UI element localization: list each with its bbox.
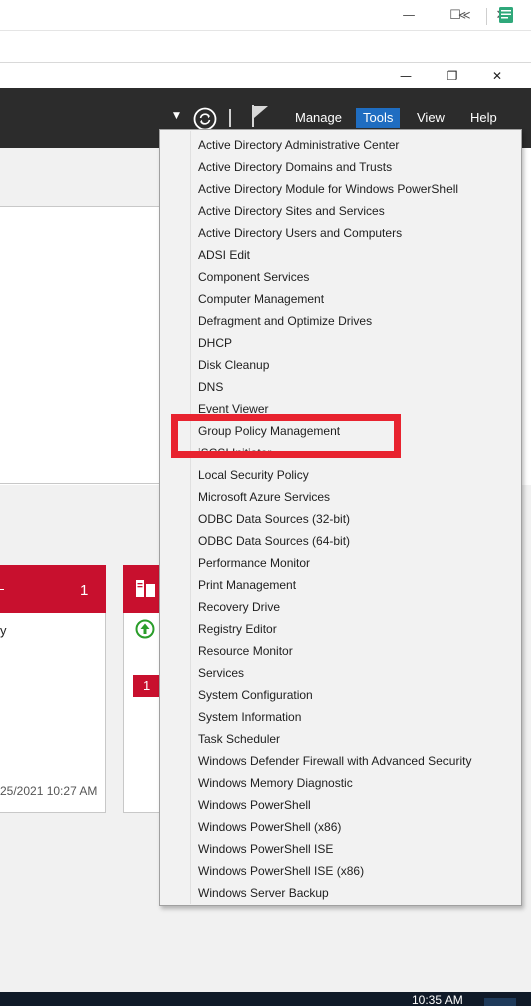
role-tile-text: y (0, 623, 7, 638)
toolbar-divider (486, 8, 487, 25)
menu-help[interactable]: Help (463, 108, 504, 128)
taskbar-notification-area[interactable] (484, 998, 516, 1006)
inner-restore-button[interactable]: ❐ (432, 63, 472, 88)
menu-item-defragment-and-optimize-drives[interactable]: Defragment and Optimize Drives (198, 310, 372, 332)
menu-item-odbc-data-sources-64-bit[interactable]: ODBC Data Sources (64-bit) (198, 530, 350, 552)
menu-item-dhcp[interactable]: DHCP (198, 332, 232, 354)
menu-item-windows-memory-diagnostic[interactable]: Windows Memory Diagnostic (198, 772, 353, 794)
menu-item-dns[interactable]: DNS (198, 376, 223, 398)
menu-item-component-services[interactable]: Component Services (198, 266, 309, 288)
menu-item-services[interactable]: Services (198, 662, 244, 684)
inner-minimize-button[interactable]: — (386, 63, 426, 88)
menu-view[interactable]: View (410, 108, 452, 128)
menu-item-system-configuration[interactable]: System Configuration (198, 684, 313, 706)
menu-item-windows-server-backup[interactable]: Windows Server Backup (198, 882, 329, 904)
note-icon[interactable] (498, 6, 514, 24)
menu-item-windows-powershell-ise[interactable]: Windows PowerShell ISE (198, 838, 333, 860)
taskbar-clock[interactable]: 10:35 AM (412, 993, 463, 1006)
header-divider (229, 109, 231, 127)
menu-item-task-scheduler[interactable]: Task Scheduler (198, 728, 280, 750)
menu-item-microsoft-azure-services[interactable]: Microsoft Azure Services (198, 486, 330, 508)
menu-item-system-information[interactable]: System Information (198, 706, 301, 728)
role-tile-header (0, 565, 106, 613)
role-tile-timestamp: 25/2021 10:27 AM (0, 784, 98, 798)
menu-item-registry-editor[interactable]: Registry Editor (198, 618, 277, 640)
menu-item-windows-powershell[interactable]: Windows PowerShell (198, 794, 311, 816)
annotation-highlight-box (171, 414, 401, 458)
role-tile-count: 1 (80, 582, 89, 599)
alert-count-badge[interactable]: 1 (133, 675, 161, 697)
outer-maximize-button[interactable]: ☐ (432, 0, 478, 31)
menu-item-windows-powershell-ise-x86[interactable]: Windows PowerShell ISE (x86) (198, 860, 364, 882)
menu-item-active-directory-sites-and-services[interactable]: Active Directory Sites and Services (198, 200, 385, 222)
menu-tools[interactable]: Tools (356, 108, 401, 128)
menu-item-active-directory-module-for-windows-powershell[interactable]: Active Directory Module for Windows Powe… (198, 178, 458, 200)
menu-item-windows-powershell-x86[interactable]: Windows PowerShell (x86) (198, 816, 341, 838)
menu-item-active-directory-administrative-center[interactable]: Active Directory Administrative Center (198, 134, 399, 156)
outer-minimize-button[interactable]: — (386, 0, 432, 31)
navigation-dropdown-icon[interactable]: ▼ (173, 111, 180, 121)
menu-item-local-security-policy[interactable]: Local Security Policy (198, 464, 309, 486)
status-up-icon (135, 619, 155, 639)
servers-icon (136, 580, 155, 597)
menu-item-computer-management[interactable]: Computer Management (198, 288, 324, 310)
menu-icon-gutter (190, 131, 191, 904)
quick-start-panel (0, 206, 160, 484)
role-tile-dash (0, 589, 4, 590)
notifications-flag-icon[interactable] (249, 104, 271, 128)
menu-item-performance-monitor[interactable]: Performance Monitor (198, 552, 310, 574)
menu-manage[interactable]: Manage (288, 108, 349, 128)
menu-item-resource-monitor[interactable]: Resource Monitor (198, 640, 293, 662)
refresh-icon[interactable] (193, 107, 217, 131)
menu-item-recovery-drive[interactable]: Recovery Drive (198, 596, 280, 618)
menu-item-odbc-data-sources-32-bit[interactable]: ODBC Data Sources (32-bit) (198, 508, 350, 530)
outer-toolbar (0, 31, 531, 63)
collapse-chevron-icon[interactable]: ≪ (458, 8, 471, 22)
menu-item-active-directory-users-and-computers[interactable]: Active Directory Users and Computers (198, 222, 402, 244)
inner-close-button[interactable]: ✕ (477, 63, 517, 88)
menu-item-active-directory-domains-and-trusts[interactable]: Active Directory Domains and Trusts (198, 156, 392, 178)
menu-item-disk-cleanup[interactable]: Disk Cleanup (198, 354, 269, 376)
menu-item-windows-defender-firewall-with-advanced-security[interactable]: Windows Defender Firewall with Advanced … (198, 750, 471, 772)
menu-item-print-management[interactable]: Print Management (198, 574, 296, 596)
menu-item-adsi-edit[interactable]: ADSI Edit (198, 244, 250, 266)
welcome-strip (0, 148, 160, 206)
